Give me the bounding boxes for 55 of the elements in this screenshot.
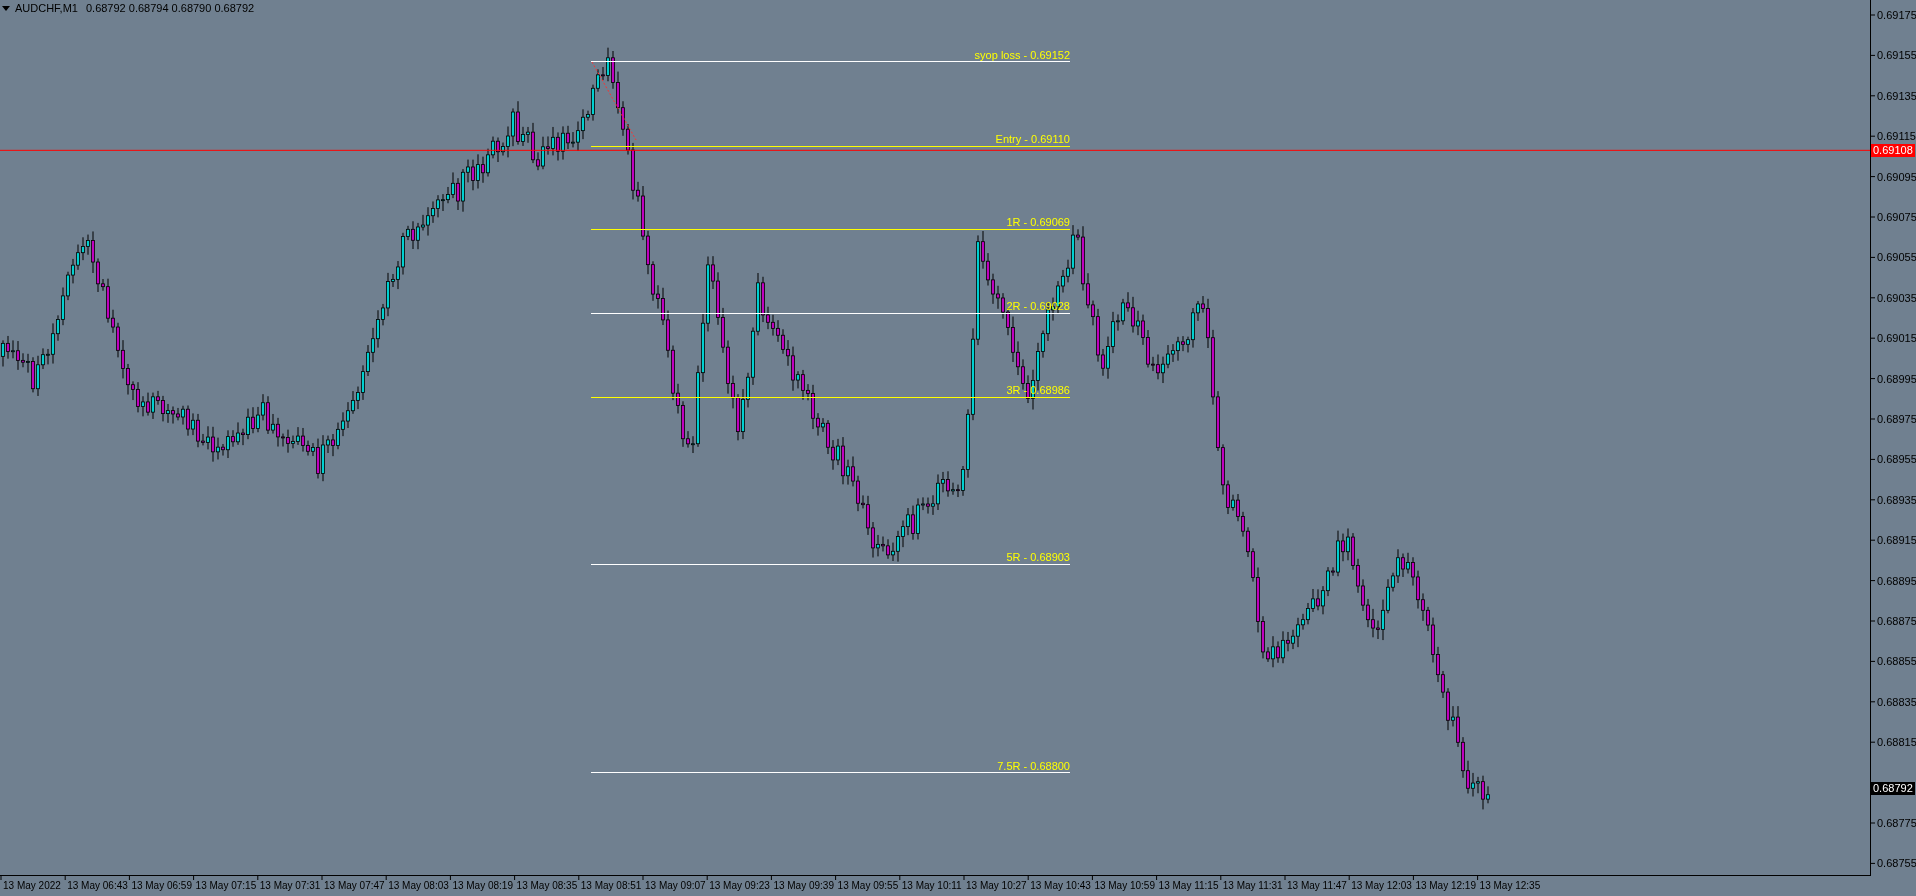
level-label: Entry - 0.69110: [995, 133, 1070, 145]
price-tick-label: 0.69155: [1877, 49, 1916, 62]
price-tick-label: 0.68975: [1877, 413, 1916, 425]
level-label: 5R - 0.68903: [1006, 551, 1070, 563]
time-tick-label: 13 May 09:39: [773, 880, 834, 892]
price-tick-label: 0.69135: [1877, 89, 1916, 102]
price-tick-label: 0.68755: [1877, 857, 1916, 870]
time-tick-label: 13 May 08:51: [580, 880, 642, 892]
time-tick-label: 13 May 09:07: [645, 880, 706, 892]
price-tick-label: 0.69075: [1877, 211, 1916, 223]
time-tick-label: 13 May 08:35: [516, 880, 578, 892]
price-tick-label: 0.68915: [1877, 534, 1916, 547]
time-tick-label: 13 May 07:15: [195, 880, 257, 892]
price-tick-label: 0.68815: [1877, 736, 1916, 749]
price-tick-label: 0.69095: [1877, 170, 1916, 183]
price-tick-label: 0.69035: [1877, 291, 1916, 304]
time-tick-label: 13 May 08:03: [388, 880, 449, 892]
time-tick-label: 13 May 12:03: [1351, 880, 1412, 892]
time-tick-label: 13 May 06:59: [131, 880, 192, 892]
dropdown-icon[interactable]: [2, 6, 10, 11]
time-tick-label: 13 May 06:43: [67, 880, 128, 892]
time-tick-label: 13 May 09:55: [837, 880, 899, 892]
ohlc-prices: 0.68792 0.68794 0.68790 0.68792: [85, 2, 255, 15]
price-tick-label: 0.68835: [1877, 695, 1916, 708]
time-tick-label: 13 May 12:19: [1415, 880, 1476, 892]
time-tick-label: 13 May 10:43: [1030, 880, 1091, 892]
time-tick-label: 13 May 10:11: [901, 880, 962, 892]
level-label: 1R - 0.69069: [1006, 216, 1070, 228]
time-tick-label: 13 May 10:27: [966, 880, 1027, 892]
price-tick-label: 0.68935: [1877, 493, 1916, 506]
price-tick-label: 0.68855: [1877, 655, 1916, 668]
price-tick-label: 0.69115: [1877, 130, 1916, 143]
bid-price-tag: 0.68792: [1871, 782, 1915, 796]
time-tick-label: 13 May 11:31: [1222, 880, 1283, 892]
level-label: syop loss - 0.69152: [974, 48, 1070, 61]
time-tick-label: 13 May 2022: [3, 880, 61, 892]
price-tick-label: 0.68895: [1877, 574, 1916, 587]
time-tick-label: 13 May 08:19: [452, 880, 513, 892]
price-tick-label: 0.68995: [1877, 372, 1916, 385]
price-tick-label: 0.68955: [1877, 453, 1916, 466]
time-tick-label: 13 May 11:47: [1287, 880, 1347, 892]
price-tick-label: 0.69055: [1877, 251, 1916, 264]
time-tick-label: 13 May 10:59: [1094, 880, 1155, 892]
time-tick-label: 13 May 11:15: [1158, 880, 1219, 892]
price-tick-label: 0.69175: [1877, 9, 1916, 21]
price-tick-label: 0.68775: [1877, 817, 1916, 829]
level-label: 7.5R - 0.68800: [997, 759, 1070, 772]
time-tick-label: 13 May 07:31: [259, 880, 321, 892]
symbol-label: AUDCHF,M1: [15, 2, 78, 15]
price-marker-tag: 0.69108: [1871, 143, 1915, 157]
time-tick-label: 13 May 09:23: [709, 880, 770, 892]
price-tick-label: 0.68875: [1877, 615, 1916, 627]
time-tick-label: 13 May 12:35: [1479, 880, 1541, 892]
price-tick-label: 0.69015: [1877, 332, 1916, 345]
time-tick-label: 13 May 07:47: [324, 880, 385, 892]
